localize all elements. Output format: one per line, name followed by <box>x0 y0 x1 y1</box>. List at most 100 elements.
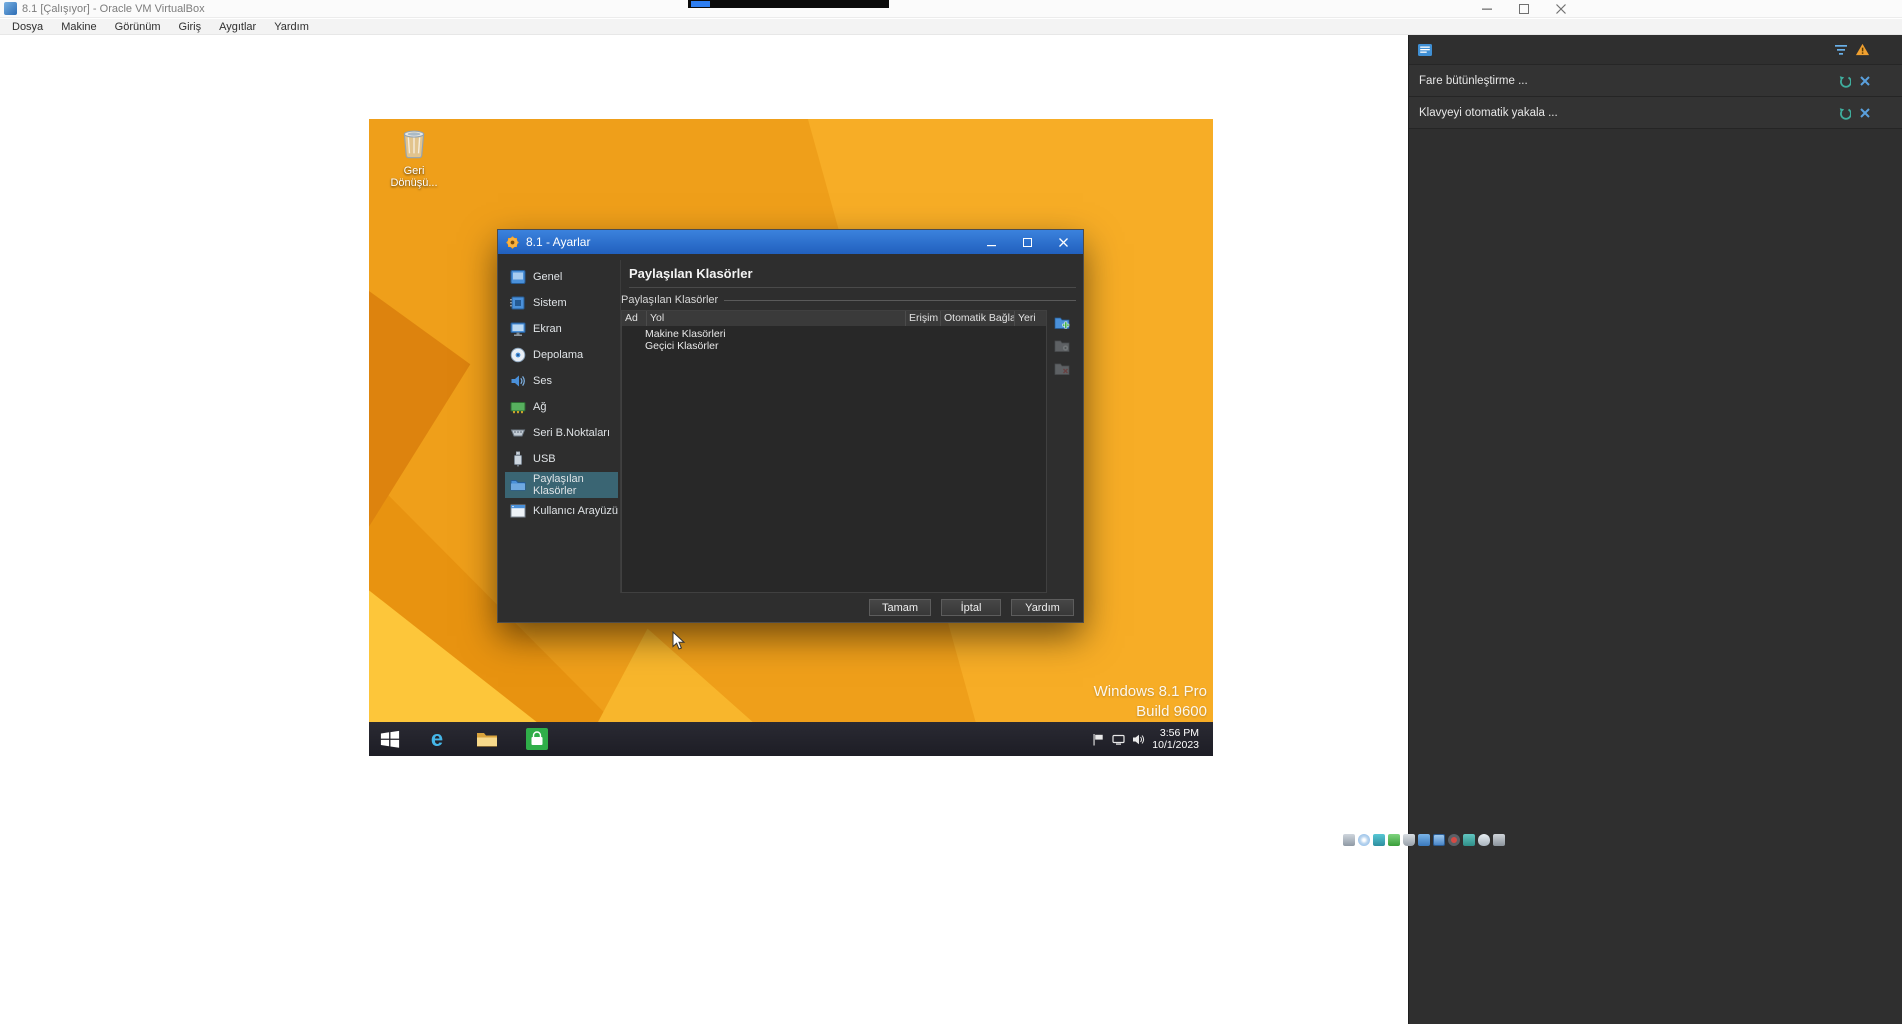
recycle-bin[interactable]: Geri Dönüşü... <box>381 125 447 189</box>
settings-gear-icon <box>506 235 519 249</box>
action-center-flag-icon[interactable] <box>1092 733 1105 746</box>
yardim-button[interactable]: Yardım <box>1011 599 1074 616</box>
store-icon <box>526 728 548 750</box>
shared-folders-status-icon[interactable] <box>1418 834 1430 846</box>
start-button[interactable] <box>373 722 407 756</box>
taskbar-clock[interactable]: 3:56 PM 10/1/2023 <box>1152 727 1199 751</box>
sidebar-item-ses[interactable]: Ses <box>505 368 618 394</box>
sidebar-item-label: Sistem <box>533 297 567 309</box>
shared-folders-icon <box>509 476 527 494</box>
sidebar-item-kullanici-arayuzu[interactable]: Kullanıcı Arayüzü <box>505 498 618 524</box>
close-icon[interactable] <box>1858 106 1872 120</box>
notifications-log-icon[interactable] <box>1417 42 1433 63</box>
notification-row: Klavyeyi otomatik yakala ... <box>1409 97 1902 129</box>
group-box-header: Paylaşılan Klasörler <box>621 294 1076 306</box>
sidebar-item-label: Seri B.Noktaları <box>533 427 611 439</box>
notification-panel: Fare bütünleştirme ... Klavyeyi otomatik… <box>1408 35 1902 1024</box>
top-overlay-strip <box>688 0 889 8</box>
sidebar-item-label: Depolama <box>533 349 584 361</box>
virtualbox-window: 8.1 [Çalışıyor] - Oracle VM VirtualBox D… <box>0 0 1902 1024</box>
undo-icon[interactable] <box>1837 74 1851 88</box>
notification-label: Fare bütünleştirme ... <box>1419 75 1528 87</box>
undo-icon[interactable] <box>1837 106 1851 120</box>
menu-gorunum[interactable]: Görünüm <box>106 19 170 35</box>
internet-explorer-button[interactable]: e <box>420 722 454 756</box>
audio-status-icon[interactable] <box>1373 834 1385 846</box>
menu-yardim[interactable]: Yardım <box>265 19 318 35</box>
edit-shared-folder-icon[interactable] <box>1053 336 1071 354</box>
menu-dosya[interactable]: Dosya <box>3 19 52 35</box>
recycle-bin-icon <box>403 130 425 159</box>
clock-date: 10/1/2023 <box>1152 739 1199 751</box>
close-icon[interactable] <box>1858 74 1872 88</box>
virtualbox-app-icon <box>4 2 17 15</box>
usb-status-icon[interactable] <box>1403 834 1415 846</box>
minimize-icon[interactable] <box>1468 0 1505 18</box>
notification-label: Klavyeyi otomatik yakala ... <box>1419 107 1558 119</box>
table-header: Ad Yol Erişim Otomatik Bağla Yeri <box>622 311 1046 326</box>
optical-disk-icon[interactable] <box>1358 834 1370 846</box>
recording-status-icon[interactable] <box>1448 834 1460 846</box>
column-header-ad[interactable]: Ad <box>622 311 647 326</box>
general-icon <box>509 268 527 286</box>
dialog-titlebar[interactable]: 8.1 - Ayarlar <box>498 230 1083 254</box>
column-header-otomatik-bagla[interactable]: Otomatik Bağla <box>941 311 1015 326</box>
serial-ports-icon <box>509 424 527 442</box>
sidebar-item-ekran[interactable]: Ekran <box>505 316 618 342</box>
file-explorer-button[interactable] <box>470 722 504 756</box>
keyboard-status-icon[interactable] <box>1493 834 1505 846</box>
iptal-button[interactable]: İptal <box>941 599 1001 616</box>
storage-icon <box>509 346 527 364</box>
page-title: Paylaşılan Klasörler <box>629 266 1076 288</box>
sidebar-item-label: Paylaşılan Klasörler <box>533 473 584 497</box>
display-status-icon[interactable] <box>1433 834 1445 846</box>
windows-watermark: Windows 8.1 Pro Build 9600 <box>1094 682 1207 722</box>
features-status-icon[interactable] <box>1463 834 1475 846</box>
mouse-status-icon[interactable] <box>1478 834 1490 846</box>
menu-giris[interactable]: Giriş <box>170 19 211 35</box>
warning-icon[interactable] <box>1855 42 1870 62</box>
notification-row: Fare bütünleştirme ... <box>1409 65 1902 97</box>
remove-shared-folder-icon[interactable] <box>1053 359 1071 377</box>
sidebar-item-paylasilan-klasorler[interactable]: Paylaşılan Klasörler <box>505 472 618 498</box>
recycle-bin-label-line2: Dönüşü... <box>390 177 438 189</box>
window-title: 8.1 [Çalışıyor] - Oracle VM VirtualBox <box>22 2 205 15</box>
table-row[interactable]: Makine Klasörleri <box>622 328 1046 340</box>
sidebar-item-usb[interactable]: USB <box>505 446 618 472</box>
column-header-yeri[interactable]: Yeri <box>1015 311 1046 326</box>
menu-makine[interactable]: Makine <box>52 19 105 35</box>
store-button[interactable] <box>520 722 554 756</box>
tamam-button[interactable]: Tamam <box>869 599 931 616</box>
sidebar-item-label: Genel <box>533 271 563 283</box>
dialog-minimize-icon[interactable] <box>973 230 1009 254</box>
volume-icon[interactable] <box>1132 733 1145 746</box>
windows-logo-icon <box>380 730 400 748</box>
network-status-icon[interactable] <box>1388 834 1400 846</box>
column-header-erisim[interactable]: Erişim <box>906 311 941 326</box>
maximize-icon[interactable] <box>1505 0 1542 18</box>
vm-display: Geri Dönüşü... Windows 8.1 Pro Build 960… <box>369 119 1213 756</box>
group-divider <box>724 299 1076 301</box>
sidebar-item-depolama[interactable]: Depolama <box>505 342 618 368</box>
filter-icon[interactable] <box>1834 43 1848 63</box>
watermark-build: Build 9600 <box>1136 703 1207 720</box>
shared-folders-table[interactable]: Ad Yol Erişim Otomatik Bağla Yeri Makine… <box>621 310 1047 593</box>
network-tray-icon[interactable] <box>1112 733 1125 746</box>
folder-icon <box>477 733 497 747</box>
dialog-close-icon[interactable] <box>1045 230 1081 254</box>
sidebar-item-genel[interactable]: Genel <box>505 264 618 290</box>
mouse-cursor <box>672 630 686 656</box>
menu-aygitlar[interactable]: Aygıtlar <box>210 19 265 35</box>
table-row[interactable]: Geçici Klasörler <box>622 340 1046 352</box>
dialog-maximize-icon[interactable] <box>1009 230 1045 254</box>
column-header-yol[interactable]: Yol <box>647 311 906 326</box>
sidebar-item-label: Kullanıcı Arayüzü <box>533 505 618 517</box>
hdd-icon[interactable] <box>1343 834 1355 846</box>
close-icon[interactable] <box>1542 0 1579 18</box>
add-shared-folder-icon[interactable] <box>1053 313 1071 331</box>
sidebar-item-ag[interactable]: Ağ <box>505 394 618 420</box>
guest-taskbar: e 3:56 PM 10/1/2023 <box>369 722 1213 756</box>
internet-explorer-icon: e <box>430 726 444 751</box>
sidebar-item-seri-noktalari[interactable]: Seri B.Noktaları <box>505 420 618 446</box>
sidebar-item-sistem[interactable]: Sistem <box>505 290 618 316</box>
